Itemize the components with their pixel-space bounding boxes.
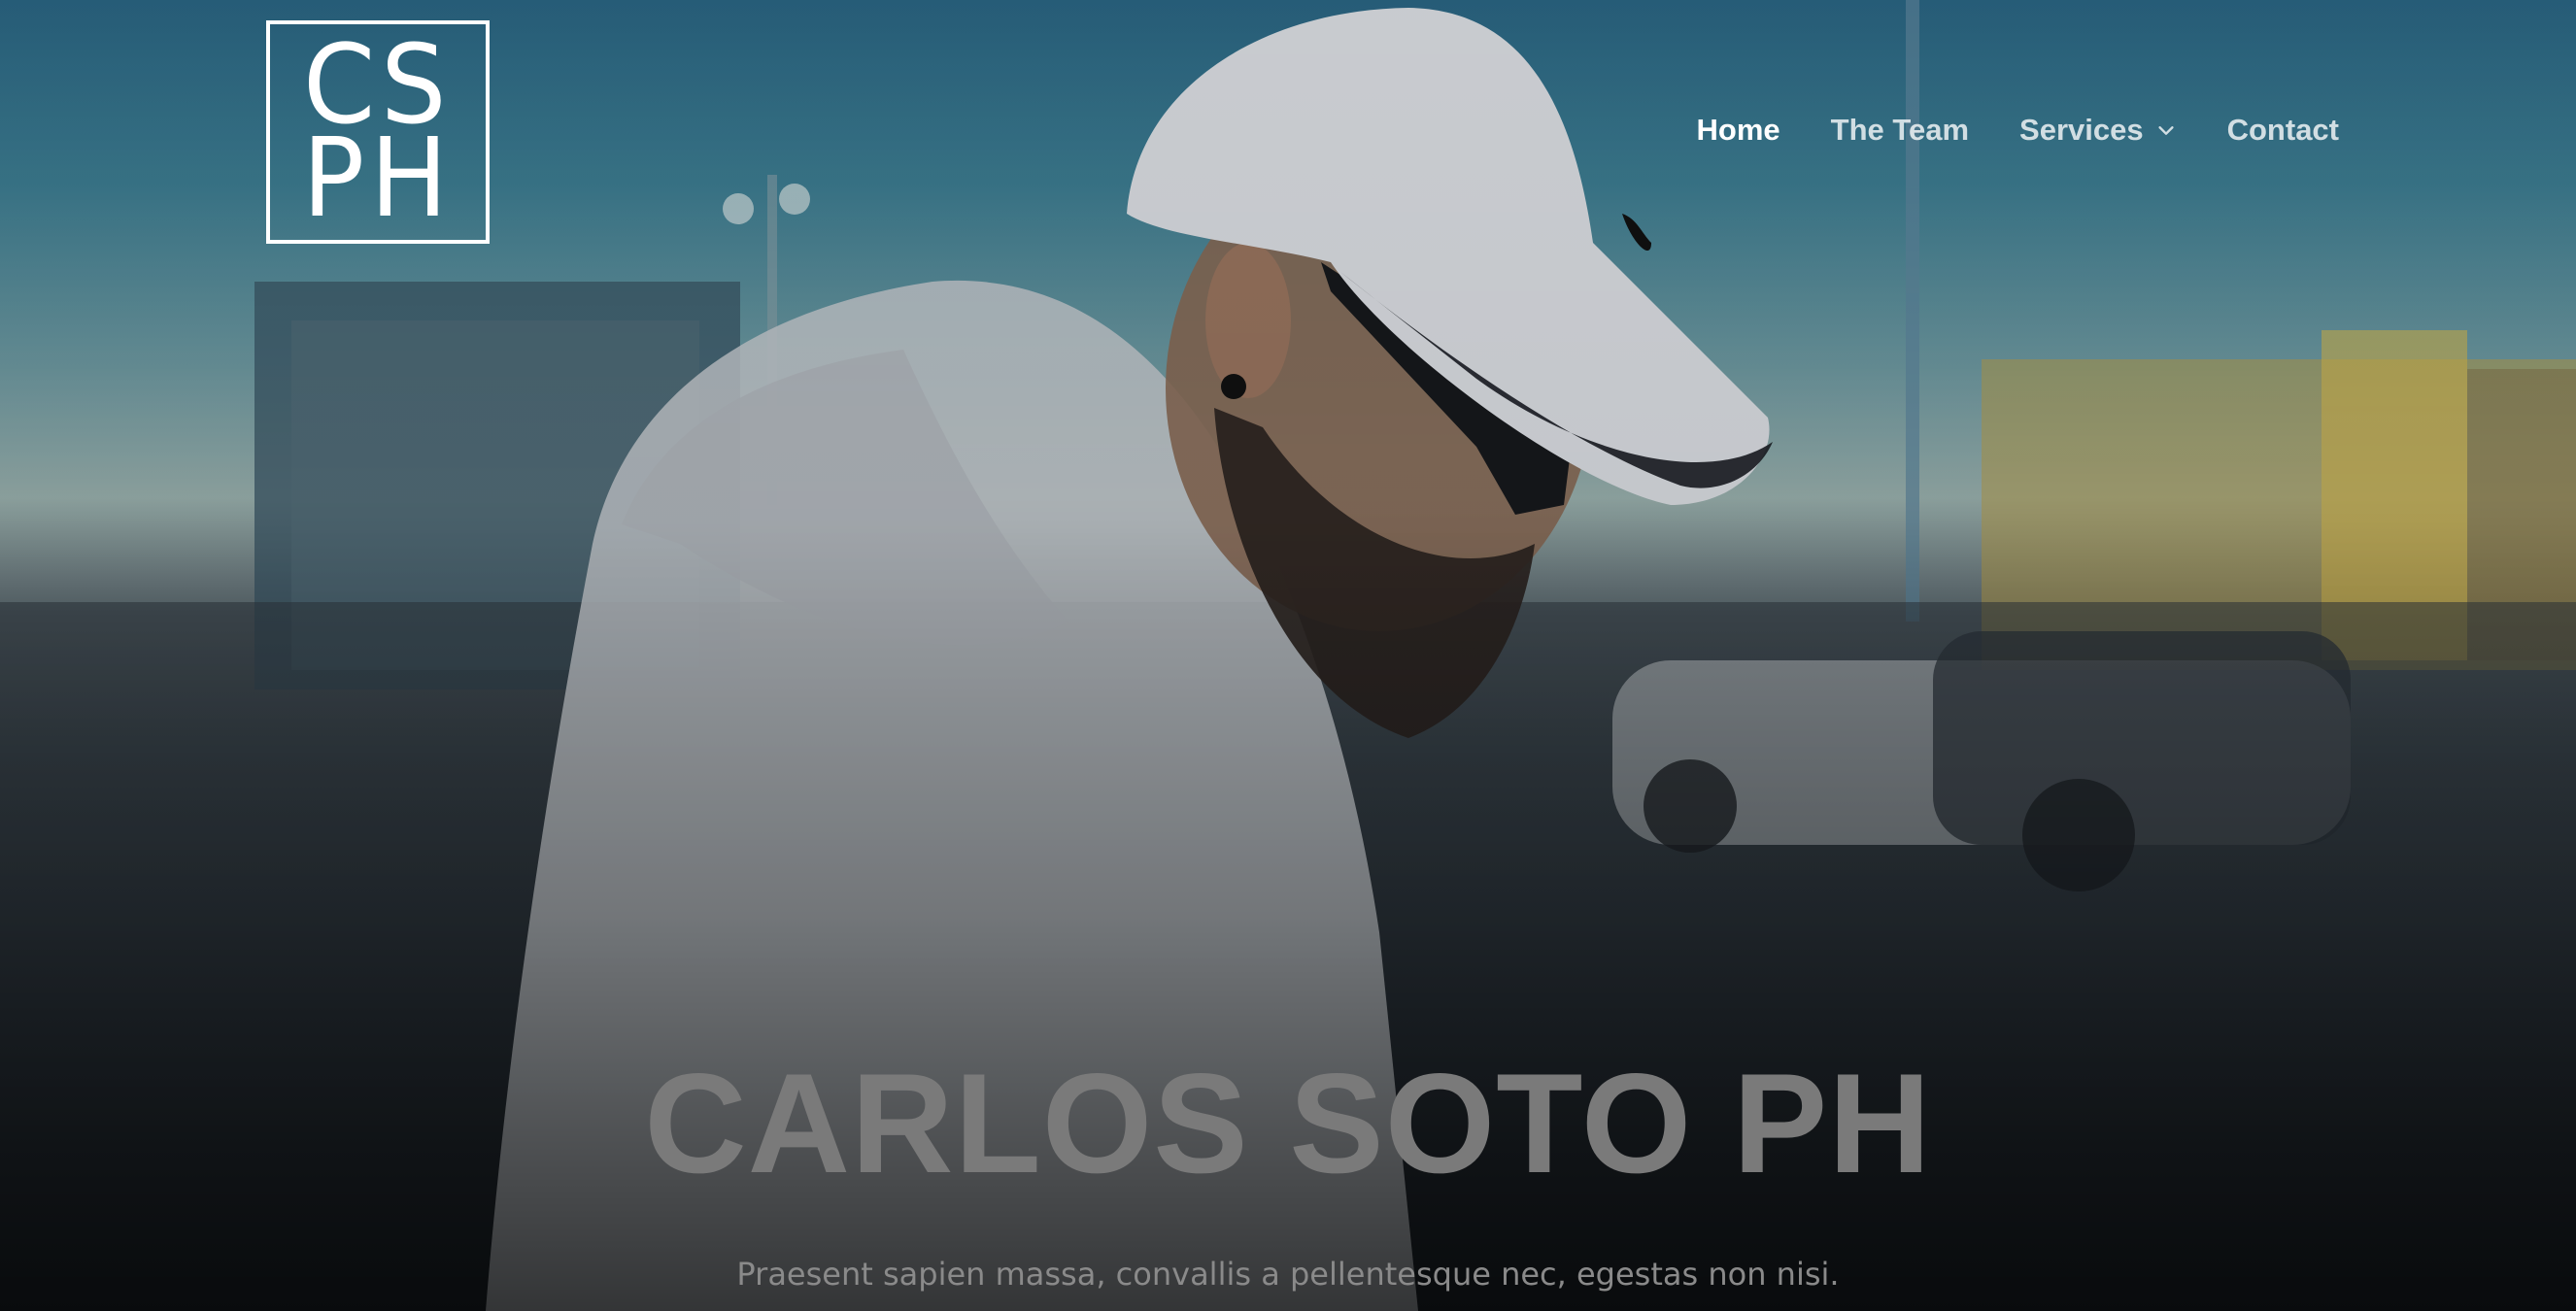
nav-item-the-team[interactable]: The Team xyxy=(1831,113,1969,148)
logo-line-2: PH xyxy=(302,116,454,242)
nav-item-home[interactable]: Home xyxy=(1697,113,1780,148)
hero-subtitle: Praesent sapien massa, convallis a pelle… xyxy=(736,1256,1840,1293)
chevron-down-icon xyxy=(2158,126,2174,135)
site-logo[interactable]: CS PH xyxy=(266,20,490,244)
nav-item-services[interactable]: Services xyxy=(2019,113,2177,148)
nav-item-label: Contact xyxy=(2226,113,2339,147)
page: CS PH Home The Team Services Contact CAR… xyxy=(0,0,2576,1311)
nav-item-contact[interactable]: Contact xyxy=(2227,113,2339,148)
main-nav: Home The Team Services Contact xyxy=(1697,113,2340,148)
nav-item-label: Home xyxy=(1696,113,1780,147)
nav-item-label: Services xyxy=(2019,113,2144,147)
nav-item-label: The Team xyxy=(1830,113,1970,147)
hero-title: CARLOS SOTO PH xyxy=(644,1044,1932,1202)
